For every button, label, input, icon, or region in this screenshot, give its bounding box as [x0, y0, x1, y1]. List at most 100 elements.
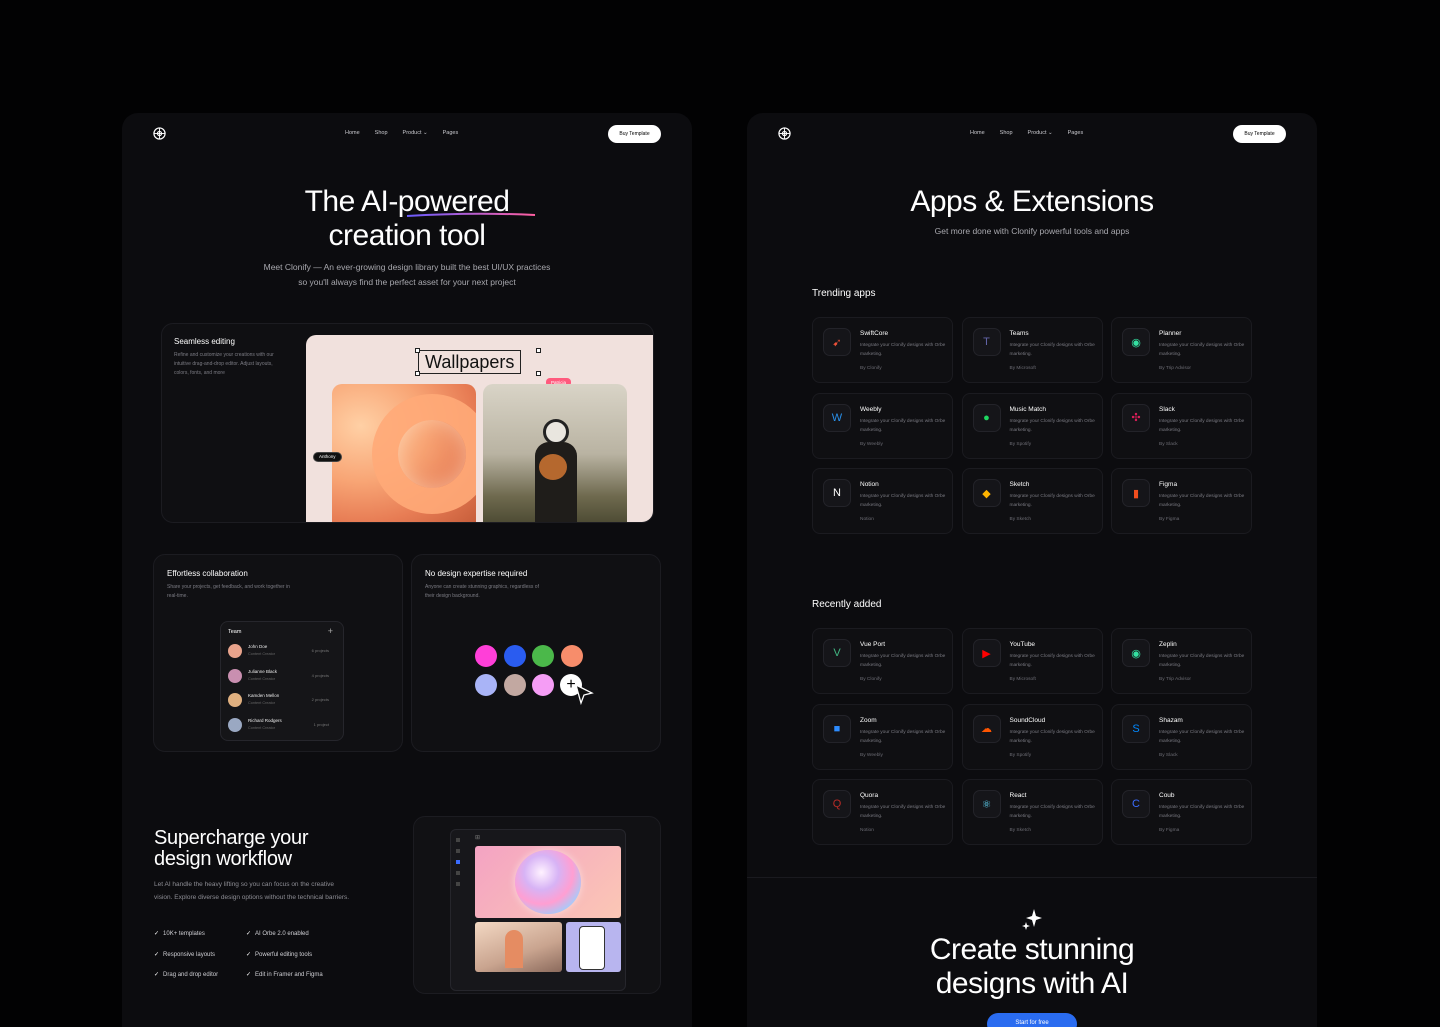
app-author: By Weebly — [860, 441, 883, 447]
spotify-icon: ● — [972, 403, 1001, 432]
app-card-weebly[interactable]: W Weebly Integrate your Clonify designs wi… — [812, 392, 953, 459]
wallpapers-text-box[interactable]: Wallpapers — [418, 350, 522, 374]
app-card-youtube[interactable]: ▶ YouTube Integrate your Clonify designs w… — [961, 628, 1103, 694]
feature-label: 10K+ templates — [163, 931, 205, 937]
team-member-row[interactable]: Julianne Black Content Creator 4 projects — [221, 665, 341, 689]
nav-home[interactable]: Home — [345, 130, 360, 136]
crystal-sphere-image — [475, 846, 621, 918]
color-swatch[interactable] — [532, 674, 554, 696]
add-member-button[interactable]: + — [328, 626, 333, 636]
app-card-notion[interactable]: N Notion Integrate your Clonify designs wi… — [812, 468, 953, 534]
app-card-sketch[interactable]: ◆ Sketch Integrate your Clonify designs wi… — [961, 468, 1103, 534]
app-author: By Weebly — [860, 752, 883, 758]
avatar — [228, 718, 242, 732]
app-name: Notion — [860, 481, 879, 488]
nav-pages[interactable]: Pages — [1068, 130, 1084, 136]
checkmark-icon: ✓ — [246, 952, 252, 958]
resize-handle[interactable] — [536, 371, 541, 376]
clonify-logo-icon[interactable] — [778, 127, 791, 140]
nav-links: Home Shop Product ⌄ Pages — [345, 130, 458, 136]
swift-icon: ➹ — [823, 328, 851, 356]
clonify-logo-icon[interactable] — [153, 127, 166, 140]
cta-title-line1: Create stunning — [929, 933, 1135, 966]
avatar — [228, 693, 242, 707]
app-author: By Sketch — [1009, 828, 1032, 833]
page-subtitle: Get more done with Clonify powerful tool… — [934, 226, 1130, 236]
app-name: React — [1009, 792, 1027, 799]
app-description: Integrate your Clonify designs with Orbe… — [1159, 494, 1245, 508]
app-card-zeplin[interactable]: ◉ Zeplin Integrate your Clonify designs wi… — [1111, 628, 1252, 694]
resize-handle[interactable] — [415, 348, 420, 353]
feature-item: ✓ Responsive layouts — [154, 951, 215, 958]
hero-title-line2: creation tool — [328, 219, 486, 252]
app-author: By Slack — [1159, 441, 1178, 447]
app-name: Coub — [1159, 792, 1175, 799]
nav-home[interactable]: Home — [970, 130, 985, 136]
buy-template-button[interactable]: Buy Template — [1233, 125, 1286, 143]
feature-item: ✓ Powerful editing tools — [246, 951, 312, 958]
app-card-quora[interactable]: Q Quora Integrate your Clonify designs wit… — [812, 779, 953, 845]
color-swatch[interactable] — [475, 674, 497, 696]
abstract-3d-image — [332, 384, 476, 522]
app-card-teams[interactable]: T Teams Integrate your Clonify designs wit… — [961, 317, 1103, 383]
color-swatch[interactable] — [503, 645, 526, 667]
workflow-title: Supercharge your design workflow — [154, 828, 308, 870]
hero-subtitle-line2: so you'll always find the perfect asset … — [298, 277, 516, 287]
app-description: Integrate your Clonify designs with Orbe… — [1009, 343, 1095, 357]
navbar: Home Shop Product ⌄ Pages Buy Template — [122, 113, 692, 155]
nav-shop[interactable]: Shop — [1000, 130, 1013, 136]
app-card-shazam[interactable]: S Shazam Integrate your Clonify designs wi… — [1111, 703, 1252, 770]
resize-handle[interactable] — [415, 371, 420, 376]
app-card-zoom[interactable]: ■ Zoom Integrate your Clonify designs with… — [812, 703, 953, 770]
app-description: Integrate your Clonify designs with Orbe… — [860, 805, 946, 819]
team-member-row[interactable]: Kamden Mellon Content Creator 2 projects — [221, 689, 341, 713]
app-name: Shazam — [1159, 716, 1183, 724]
sparkle-icon — [1022, 909, 1042, 930]
color-swatch[interactable] — [503, 674, 526, 696]
member-role: Content Creator — [248, 701, 276, 705]
app-description: Integrate your Clonify designs with Orbe… — [1009, 805, 1095, 819]
wallpapers-preview: Wallpapers Patricia — [306, 335, 653, 522]
app-author: Notion — [860, 517, 874, 522]
resize-handle[interactable] — [536, 348, 541, 353]
team-panel: Team + John Doe Content Creator 6 projects… — [220, 621, 344, 741]
nav-shop[interactable]: Shop — [375, 130, 388, 136]
app-name: Zeplin — [1159, 641, 1177, 648]
app-card-soundcloud[interactable]: ☁ SoundCloud Integrate your Clonify design… — [961, 703, 1103, 770]
color-swatch[interactable] — [475, 645, 497, 667]
app-name: Quora — [860, 792, 879, 799]
color-swatch[interactable] — [532, 645, 554, 667]
nav-pages[interactable]: Pages — [443, 130, 459, 136]
hero-subtitle: Meet Clonify — An ever-growing design li… — [122, 260, 692, 290]
app-card-planner[interactable]: ◉ Planner Integrate your Clonify designs w… — [1111, 317, 1252, 383]
app-card-react[interactable]: ⚛ React Integrate your Clonify designs wit… — [961, 779, 1103, 845]
app-card-vue-port[interactable]: V Vue Port Integrate your Clonify designs … — [812, 628, 953, 694]
color-swatch[interactable] — [560, 645, 583, 667]
app-card-music-match[interactable]: ● Music Match Integrate your Clonify desig… — [961, 392, 1103, 459]
buy-template-button[interactable]: Buy Template — [608, 125, 661, 143]
app-description: Integrate your Clonify designs with Orbe… — [860, 418, 946, 433]
checkmark-icon: ✓ — [246, 972, 252, 978]
member-name: John Doe — [248, 644, 268, 649]
app-description: Integrate your Clonify designs with Orbe… — [1159, 729, 1245, 744]
app-author: By Figma — [1159, 517, 1180, 522]
app-card-slack[interactable]: ✣ Slack Integrate your Clonify designs wit… — [1111, 392, 1252, 459]
weebly-icon: W — [823, 403, 851, 432]
workflow-title-line2: design workflow — [154, 848, 292, 870]
team-member-row[interactable]: Richard Rodgers Content Creator 1 project — [221, 714, 341, 738]
start-free-button[interactable]: Start for free — [987, 1013, 1077, 1027]
hero-title: The AI-powered creation tool — [122, 185, 692, 253]
app-name: SoundCloud — [1009, 716, 1046, 724]
team-member-row[interactable]: John Doe Content Creator 6 projects — [221, 640, 341, 664]
page-title: Apps & Extensions — [910, 185, 1154, 218]
nav-product[interactable]: Product ⌄ — [1028, 130, 1053, 136]
member-role: Content Creator — [248, 677, 276, 681]
app-card-figma[interactable]: ▮ Figma Integrate your Clonify designs wit… — [1111, 468, 1252, 534]
app-author: By Clonify — [860, 677, 882, 682]
app-description: Integrate your Clonify designs with Orbe… — [1159, 654, 1245, 668]
app-description: Integrate your Clonify designs with Orbe… — [1159, 343, 1245, 357]
app-card-swiftcore[interactable]: ➹ SwiftCore Integrate your Clonify designs… — [812, 317, 953, 383]
nav-product[interactable]: Product ⌄ — [403, 130, 428, 136]
app-card-coub[interactable]: C Coub Integrate your Clonify designs with… — [1111, 779, 1252, 845]
app-author: By Spotify — [1009, 752, 1032, 758]
